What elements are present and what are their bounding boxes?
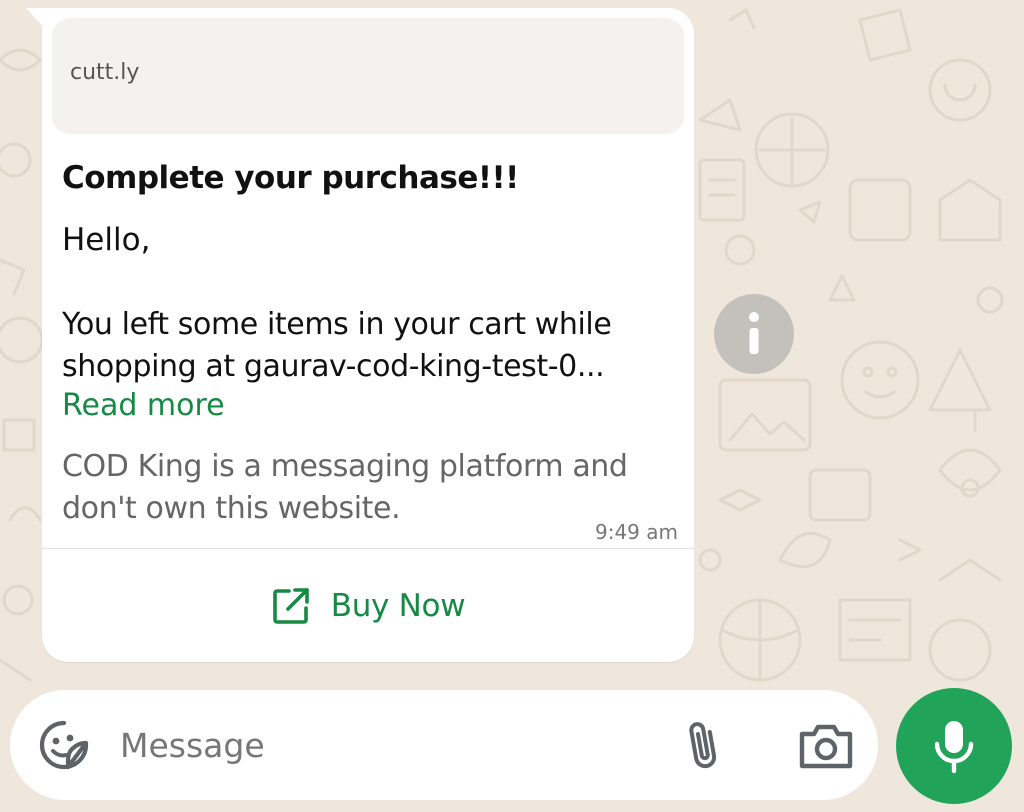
sticker-icon[interactable] <box>38 719 90 771</box>
mic-icon <box>934 721 974 774</box>
info-icon <box>749 312 759 354</box>
info-button[interactable] <box>714 294 794 374</box>
message-disclaimer: COD King is a messaging platform and don… <box>62 449 628 526</box>
mic-button[interactable] <box>896 688 1012 804</box>
message-body: You left some items in your cart while s… <box>62 307 612 384</box>
link-preview[interactable]: cutt.ly <box>52 18 684 134</box>
message-bubble: cutt.ly Complete your purchase!!! Hello,… <box>42 8 694 662</box>
paperclip-icon[interactable] <box>682 717 728 773</box>
external-link-icon <box>272 587 309 624</box>
buy-now-button[interactable]: Buy Now <box>42 549 694 662</box>
message-title: Complete your purchase!!! <box>62 160 519 196</box>
buy-now-label: Buy Now <box>330 587 466 624</box>
message-timestamp: 9:49 am <box>594 520 678 544</box>
message-greeting: Hello, <box>62 222 151 258</box>
camera-icon[interactable] <box>796 720 856 772</box>
read-more-link[interactable]: Read more <box>62 388 225 423</box>
message-input[interactable] <box>120 718 660 772</box>
message-composer <box>10 690 878 800</box>
link-preview-domain: cutt.ly <box>70 60 140 85</box>
